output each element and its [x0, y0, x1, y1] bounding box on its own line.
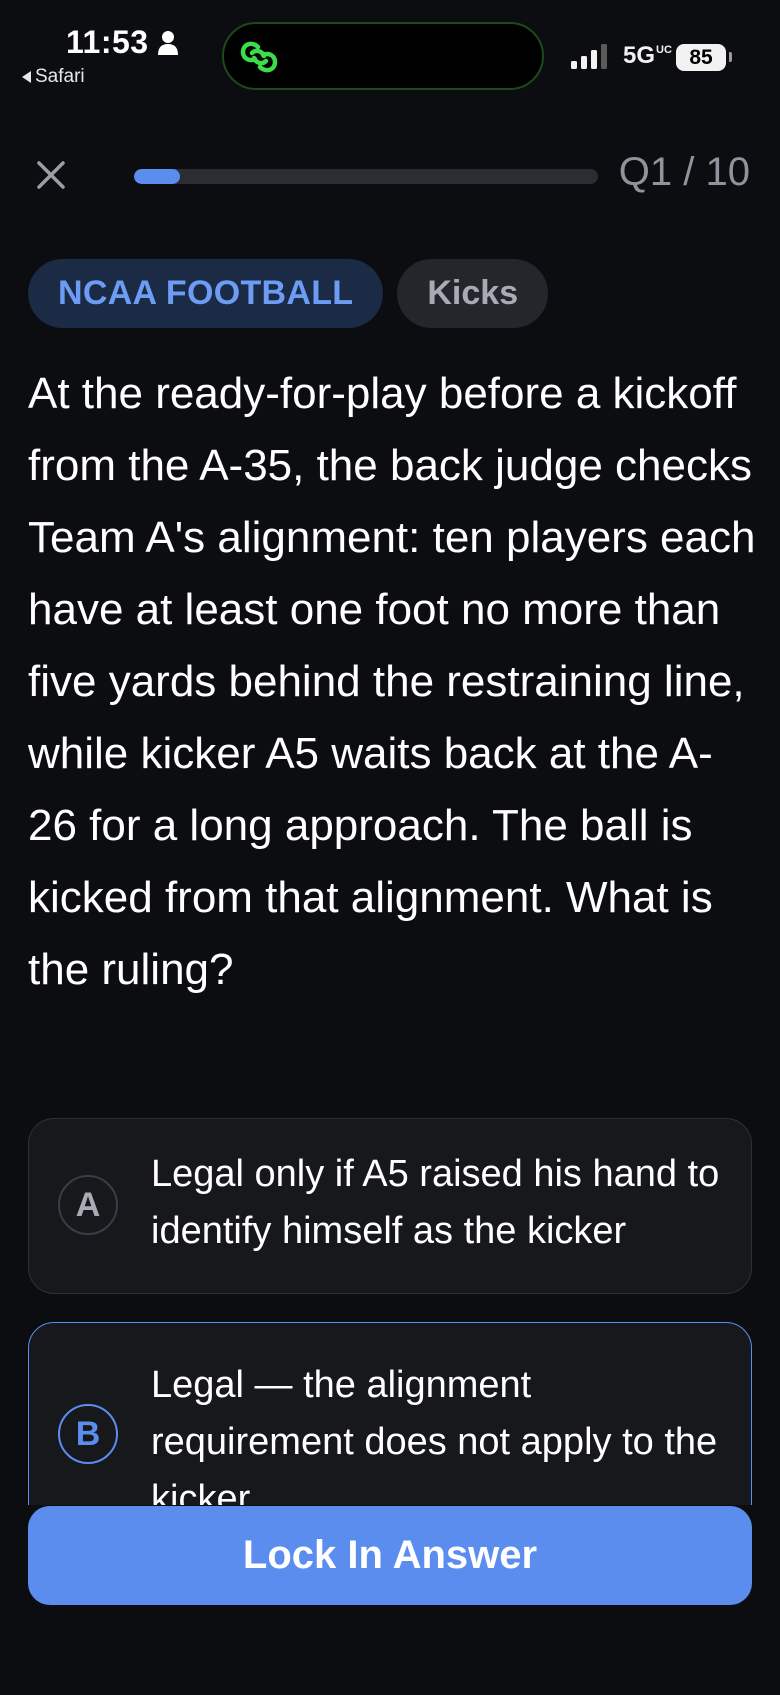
status-bar: 11:53 Safari 5G UC 85 — [0, 0, 780, 100]
question-counter: Q1 / 10 — [618, 150, 750, 194]
quiz-progress-bar — [134, 169, 598, 184]
network-suffix: UC — [656, 44, 672, 56]
option-letter-badge: A — [58, 1175, 118, 1235]
cellular-signal-icon — [571, 44, 607, 69]
close-icon[interactable] — [34, 158, 68, 192]
network-label: 5G — [623, 42, 656, 69]
person-icon — [157, 30, 178, 55]
option-letter-badge: B — [58, 1404, 118, 1464]
status-time: 11:53 — [66, 24, 149, 60]
battery-indicator: 85 — [676, 44, 726, 71]
battery-tip — [729, 52, 732, 62]
status-time-group: 11:53 — [66, 24, 179, 61]
answer-option-a[interactable]: A Legal only if A5 raised his hand to id… — [28, 1118, 752, 1294]
league-tag: NCAA FOOTBALL — [28, 259, 384, 328]
option-text: Legal — the alignment requirement does n… — [151, 1364, 718, 1505]
back-to-app-link[interactable]: Safari — [22, 66, 85, 88]
question-text: At the ready-for-play before a kickoff f… — [28, 369, 756, 994]
dynamic-island — [222, 22, 544, 90]
question-tags: NCAA FOOTBALL Kicks — [28, 259, 549, 328]
topic-tag: Kicks — [397, 259, 549, 328]
quiz-progress-fill — [134, 169, 181, 184]
lock-in-answer-button[interactable]: Lock In Answer — [28, 1506, 752, 1605]
link-icon — [240, 41, 278, 73]
answer-options-list[interactable]: A Legal only if A5 raised his hand to id… — [0, 1100, 780, 1505]
option-text: Legal only if A5 raised his hand to iden… — [151, 1153, 720, 1252]
back-arrow-icon — [22, 71, 31, 83]
answer-option-b[interactable]: B Legal — the alignment requirement does… — [28, 1322, 752, 1505]
battery-level: 85 — [689, 46, 713, 69]
back-app-label: Safari — [35, 66, 85, 87]
network-type: 5G UC — [623, 42, 672, 70]
